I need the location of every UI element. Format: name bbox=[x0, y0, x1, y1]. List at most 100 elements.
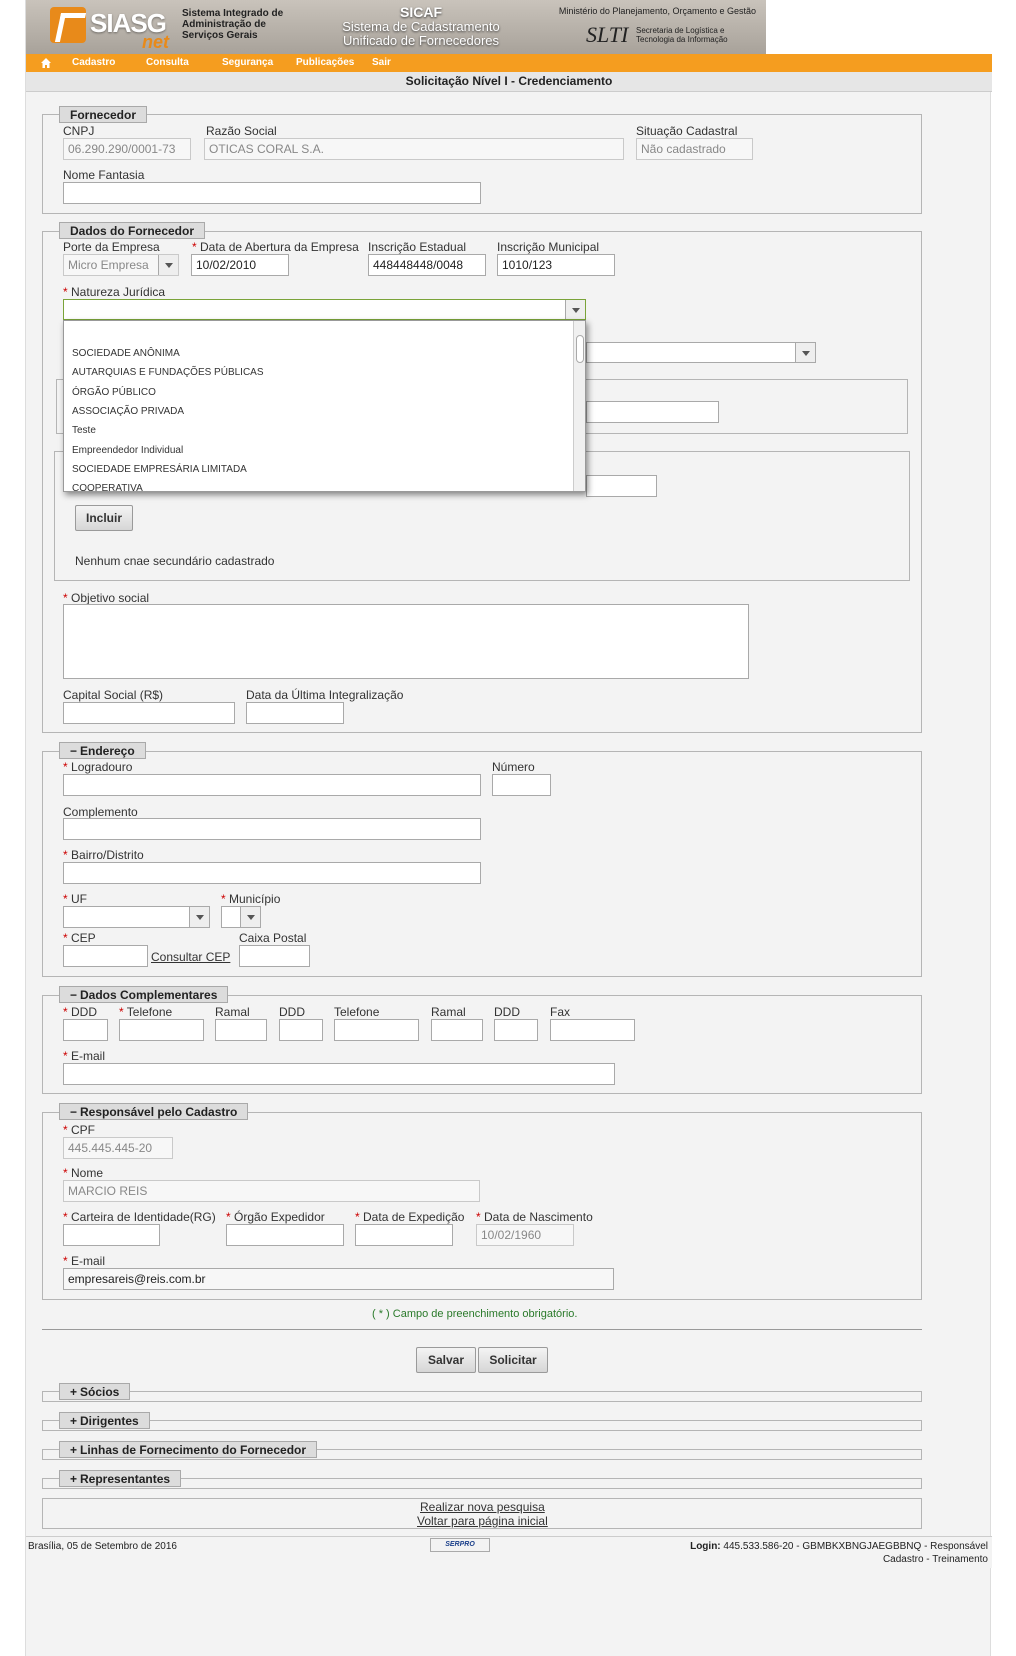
ddd1-field[interactable] bbox=[63, 1019, 108, 1041]
system-name: Sistema Integrado de Administração de Se… bbox=[182, 8, 284, 41]
page: SIASG net Sistema Integrado de Administr… bbox=[25, 0, 992, 1656]
natureza-dropdown-list[interactable]: SOCIEDADE ANÔNIMA AUTARQUIAS E FUNDAÇÕES… bbox=[63, 320, 586, 492]
objetivo-label-text: Objetivo social bbox=[71, 591, 150, 605]
email-complementar-field[interactable] bbox=[63, 1063, 615, 1085]
inscricao-estadual-field[interactable]: 448448448/0048 bbox=[368, 254, 486, 276]
natureza-option[interactable]: Empreendedor Individual bbox=[72, 445, 183, 456]
uf-select[interactable] bbox=[63, 906, 210, 928]
logradouro-field[interactable] bbox=[63, 774, 481, 796]
capital-label: Capital Social (R$) bbox=[63, 688, 164, 702]
scrollbar-thumb[interactable] bbox=[576, 335, 584, 363]
legend-responsavel[interactable]: − Responsável pelo Cadastro bbox=[59, 1103, 249, 1120]
expedicao-field[interactable] bbox=[355, 1224, 453, 1246]
cnae-principal-field[interactable] bbox=[586, 401, 719, 423]
cpf-field[interactable]: 445.445.445-20 bbox=[63, 1137, 173, 1159]
nav-consulta[interactable]: Consulta bbox=[146, 57, 189, 68]
cpf-label-text: CPF bbox=[71, 1123, 96, 1137]
telefone2-field[interactable] bbox=[334, 1019, 419, 1041]
municipio-label: * Município bbox=[221, 892, 281, 906]
capital-field[interactable] bbox=[63, 702, 235, 724]
divider bbox=[42, 1329, 922, 1330]
cnpj-field[interactable]: 06.290.290/0001-73 bbox=[63, 138, 191, 160]
expedicao-label: * Data de Expedição bbox=[355, 1210, 465, 1224]
nav-sair[interactable]: Sair bbox=[372, 57, 391, 68]
voltar-link[interactable]: Voltar para página inicial bbox=[417, 1514, 548, 1528]
legend-dados-complementares[interactable]: − Dados Complementares bbox=[59, 986, 229, 1003]
plus-icon: + bbox=[70, 1472, 78, 1486]
cnpj-label: CNPJ bbox=[63, 124, 95, 138]
footer-login-line2: Cadastro - Treinamento bbox=[882, 1554, 988, 1565]
razao-social-label: Razão Social bbox=[206, 124, 277, 138]
natureza-option[interactable]: SOCIEDADE ANÔNIMA bbox=[72, 348, 180, 359]
legend-endereco[interactable]: − Endereço bbox=[59, 742, 146, 759]
dropdown-scrollbar[interactable] bbox=[573, 321, 585, 491]
nova-pesquisa-link[interactable]: Realizar nova pesquisa bbox=[420, 1500, 545, 1514]
integralizacao-field[interactable] bbox=[246, 702, 344, 724]
hidden-select[interactable] bbox=[586, 342, 816, 363]
fax-field[interactable] bbox=[550, 1019, 635, 1041]
rg-field[interactable] bbox=[63, 1224, 160, 1246]
legend-linhas-fornecimento[interactable]: + Linhas de Fornecimento do Fornecedor bbox=[59, 1441, 318, 1458]
solicitar-button[interactable]: Solicitar bbox=[478, 1347, 548, 1373]
ramal1-label: Ramal bbox=[215, 1005, 250, 1019]
razao-social-field[interactable]: OTICAS CORAL S.A. bbox=[204, 138, 624, 160]
complemento-field[interactable] bbox=[63, 818, 481, 840]
orgao-field[interactable] bbox=[226, 1224, 344, 1246]
ramal2-field[interactable] bbox=[431, 1019, 483, 1041]
legend-socios[interactable]: + Sócios bbox=[59, 1383, 131, 1400]
nav-publicacoes[interactable]: Publicações bbox=[296, 57, 354, 68]
nome-field[interactable]: MARCIO REIS bbox=[63, 1180, 480, 1202]
natureza-option[interactable]: AUTARQUIAS E FUNDAÇÕES PÚBLICAS bbox=[72, 367, 264, 378]
legend-representantes[interactable]: + Representantes bbox=[59, 1470, 182, 1487]
complemento-label: Complemento bbox=[63, 805, 138, 819]
ddd2-field[interactable] bbox=[279, 1019, 323, 1041]
nascimento-field[interactable]: 10/02/1960 bbox=[476, 1224, 574, 1246]
objetivo-textarea[interactable] bbox=[63, 604, 749, 679]
natureza-option[interactable]: COOPERATIVA bbox=[72, 483, 143, 491]
abertura-field[interactable]: 10/02/2010 bbox=[191, 254, 289, 276]
cpf-label: * CPF bbox=[63, 1123, 96, 1137]
bairro-label-text: Bairro/Distrito bbox=[71, 848, 144, 862]
ramal1-field[interactable] bbox=[215, 1019, 267, 1041]
cnae-secundario-field[interactable] bbox=[586, 475, 657, 497]
nome-label-text: Nome bbox=[71, 1166, 104, 1180]
nav-cadastro[interactable]: Cadastro bbox=[72, 57, 115, 68]
natureza-option[interactable]: SOCIEDADE EMPRESÁRIA LIMITADA bbox=[72, 464, 247, 475]
natureza-option[interactable]: ÓRGÃO PÚBLICO bbox=[72, 387, 156, 398]
telefone1-field[interactable] bbox=[119, 1019, 204, 1041]
natureza-option[interactable]: Teste bbox=[72, 425, 96, 436]
rg-label: * Carteira de Identidade(RG) bbox=[63, 1210, 216, 1224]
home-icon[interactable] bbox=[40, 57, 52, 69]
ddd2-label: DDD bbox=[279, 1005, 305, 1019]
chevron-down-icon[interactable] bbox=[189, 907, 209, 927]
caixa-postal-field[interactable] bbox=[239, 945, 310, 967]
chevron-down-icon[interactable] bbox=[158, 255, 178, 275]
siasg-logo-icon bbox=[50, 7, 86, 43]
chevron-down-icon[interactable] bbox=[795, 343, 815, 362]
header-blank bbox=[766, 0, 992, 54]
natureza-select[interactable] bbox=[63, 299, 586, 320]
chevron-down-icon[interactable] bbox=[240, 907, 260, 927]
logradouro-label-text: Logradouro bbox=[71, 760, 133, 774]
porte-select[interactable]: Micro Empresa bbox=[63, 254, 179, 276]
email-responsavel-field[interactable]: empresareis@reis.com.br bbox=[63, 1268, 614, 1290]
plus-icon: + bbox=[70, 1414, 78, 1428]
consultar-cep-link[interactable]: Consultar CEP bbox=[151, 950, 230, 964]
chevron-down-icon[interactable] bbox=[565, 300, 585, 319]
orgao-label: * Órgão Expedidor bbox=[226, 1210, 325, 1224]
cnae-empty-text: Nenhum cnae secundário cadastrado bbox=[75, 554, 275, 568]
natureza-option[interactable]: ASSOCIAÇÃO PRIVADA bbox=[72, 406, 184, 417]
situacao-field[interactable]: Não cadastrado bbox=[636, 138, 753, 160]
nome-fantasia-field[interactable] bbox=[63, 182, 481, 204]
ddd3-field[interactable] bbox=[494, 1019, 538, 1041]
numero-field[interactable] bbox=[492, 774, 551, 796]
municipio-select[interactable] bbox=[221, 906, 261, 928]
nav-seguranca[interactable]: Segurança bbox=[222, 57, 273, 68]
salvar-button[interactable]: Salvar bbox=[416, 1347, 476, 1373]
inscricao-municipal-field[interactable]: 1010/123 bbox=[497, 254, 615, 276]
legend-dirigentes[interactable]: + Dirigentes bbox=[59, 1412, 150, 1429]
page-footer: Brasília, 05 de Setembro de 2016 SERPRO … bbox=[26, 1536, 992, 1568]
cep-field[interactable] bbox=[63, 945, 148, 967]
incluir-button[interactable]: Incluir bbox=[75, 505, 133, 531]
bairro-field[interactable] bbox=[63, 862, 481, 884]
